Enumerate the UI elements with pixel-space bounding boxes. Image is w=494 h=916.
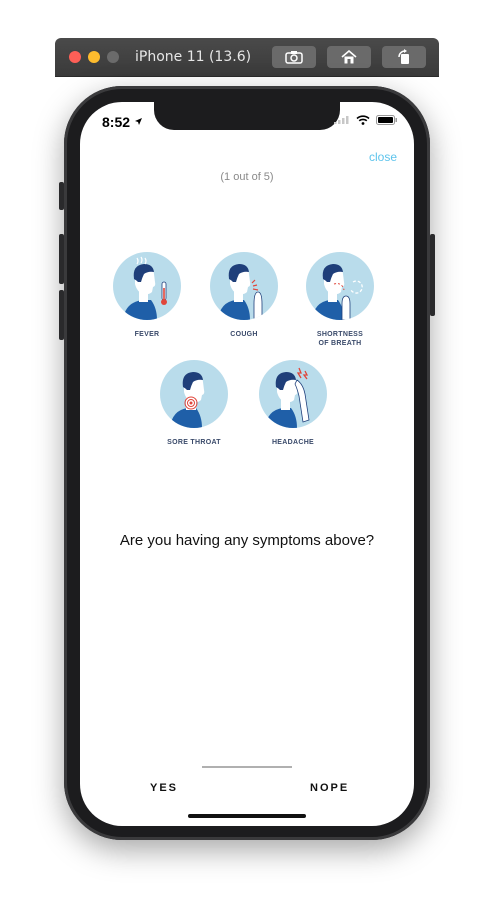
status-icons — [334, 115, 398, 125]
headache-icon — [259, 360, 327, 428]
shortness-of-breath-icon — [306, 252, 374, 320]
close-button[interactable]: close — [369, 150, 397, 164]
window-minimize-button[interactable] — [88, 51, 100, 63]
sore-throat-icon — [160, 360, 228, 428]
wifi-icon — [356, 115, 370, 125]
rotate-icon — [398, 49, 409, 64]
volume-down-button — [59, 290, 64, 340]
simulator-title: iPhone 11 (13.6) — [135, 49, 252, 65]
answer-divider — [202, 766, 292, 768]
power-button — [430, 234, 435, 316]
symptom-cough: COUGH — [194, 252, 294, 339]
window-maximize-button[interactable] — [107, 51, 119, 63]
location-arrow-icon — [135, 118, 142, 125]
progress-indicator: (1 out of 5) — [220, 171, 274, 183]
symptom-sore-throat: SORE THROAT — [144, 360, 244, 447]
cough-icon — [210, 252, 278, 320]
symptom-label-sore-throat: SORE THROAT — [167, 439, 221, 446]
app-screen: 8:52 close (1 out of 5) FEVER COUGH SHOR… — [80, 102, 414, 826]
symptom-label-fever: FEVER — [134, 331, 160, 338]
battery-icon — [376, 115, 397, 125]
status-time: 8:52 — [102, 114, 131, 130]
symptom-label-cough: COUGH — [230, 331, 258, 338]
symptom-headache: HEADACHE — [243, 360, 343, 447]
signal-icon — [334, 116, 349, 124]
home-button[interactable] — [327, 46, 371, 68]
symptom-label-headache: HEADACHE — [271, 439, 315, 446]
notch — [154, 102, 340, 130]
rotate-button[interactable] — [382, 46, 426, 68]
window-close-button[interactable] — [69, 51, 81, 63]
screenshot-button[interactable] — [272, 46, 316, 68]
symptom-question: Are you having any symptoms above? — [119, 532, 375, 549]
yes-button[interactable]: YES — [150, 782, 178, 794]
home-indicator[interactable] — [188, 814, 306, 818]
symptom-label-shortness-of-breath: SHORTNESS OF BREATH — [316, 331, 364, 347]
fever-icon — [113, 252, 181, 320]
volume-up-button — [59, 234, 64, 284]
screenshot-icon — [285, 51, 303, 64]
simulator-title-bar: iPhone 11 (13.6) — [55, 38, 439, 76]
symptom-shortness-of-breath: SHORTNESS OF BREATH — [290, 252, 390, 348]
home-icon — [341, 50, 357, 64]
symptom-fever: FEVER — [97, 252, 197, 339]
nope-button[interactable]: NOPE — [310, 782, 349, 794]
mute-switch — [59, 182, 64, 210]
